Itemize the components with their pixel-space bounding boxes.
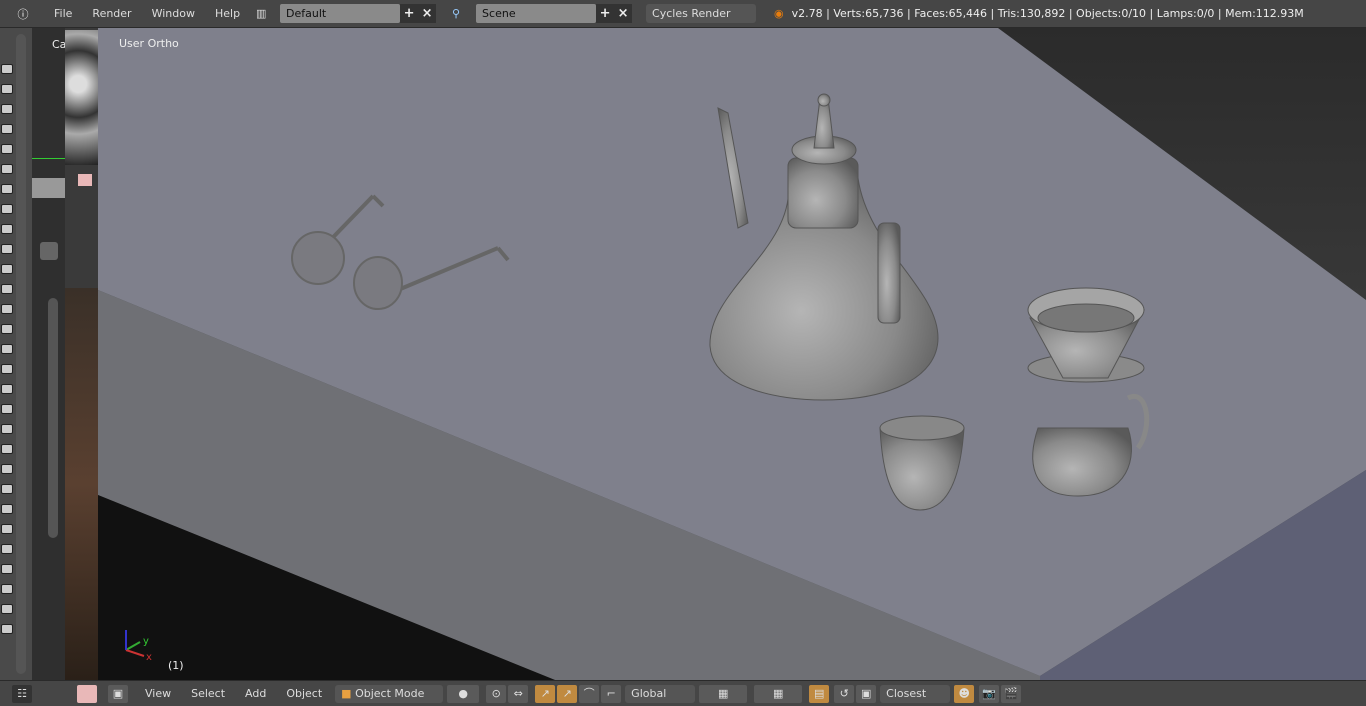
delete-screen-button[interactable]: × <box>418 4 437 23</box>
scene-render: y x <box>98 28 1366 680</box>
menu-select[interactable]: Select <box>181 687 235 700</box>
camera-icon[interactable] <box>1 584 13 594</box>
3d-viewport[interactable]: y x User Ortho (1) <box>98 28 1366 680</box>
info-editor-icon[interactable]: ⓘ <box>12 6 34 22</box>
object-mode-icon: ■ <box>341 686 356 700</box>
camera-icon[interactable] <box>1 64 13 74</box>
3d-view-editor-icon[interactable]: ▣ <box>108 684 128 703</box>
camera-icon[interactable] <box>1 624 13 634</box>
image-editor-icon[interactable] <box>77 684 97 703</box>
editor-type-icon[interactable]: ☷ <box>12 684 32 703</box>
camera-icon[interactable] <box>1 564 13 574</box>
translate-manipulator-icon[interactable]: ↗ <box>535 684 556 703</box>
camera-icon[interactable] <box>1 184 13 194</box>
add-scene-button[interactable]: + <box>596 4 615 23</box>
add-screen-button[interactable]: + <box>400 4 419 23</box>
camera-icon[interactable] <box>1 504 13 514</box>
camera-icon[interactable] <box>1 104 13 114</box>
scene-field[interactable]: Scene <box>476 4 597 23</box>
info-header: ⓘ File Render Window Help ▥ Default + × … <box>0 0 1366 28</box>
screen-layout-field[interactable]: Default <box>280 4 401 23</box>
camera-icon[interactable] <box>1 144 13 154</box>
camera-icon[interactable] <box>1 524 13 534</box>
camera-icon[interactable] <box>1 364 13 374</box>
camera-icon[interactable] <box>1 124 13 134</box>
blender-logo-icon: ◉ <box>774 7 784 20</box>
scale-mode-icon[interactable]: ⌐ <box>601 684 622 703</box>
shading-icon[interactable]: ● <box>447 684 480 703</box>
camera-icon[interactable] <box>1 384 13 394</box>
camera-icon[interactable] <box>1 464 13 474</box>
layers-grid[interactable]: ▦ <box>699 684 748 703</box>
current-frame: (1) <box>168 659 184 672</box>
scene-icon[interactable]: ⚲ <box>452 7 472 20</box>
pivot-point-icon[interactable]: ⊙ <box>486 684 507 703</box>
camera-icon[interactable] <box>1 544 13 554</box>
camera-icon[interactable] <box>1 424 13 434</box>
3d-view-header: ☷ ▣ View Select Add Object ■ Object Mode… <box>0 680 1366 706</box>
snap-target-dropdown[interactable]: Closest <box>880 684 951 703</box>
proportional-edit-icon[interactable]: ↺ <box>834 684 855 703</box>
camera-icon[interactable] <box>1 204 13 214</box>
delete-scene-button[interactable]: × <box>614 4 633 23</box>
image-editor-icon[interactable] <box>78 174 92 186</box>
menu-render[interactable]: Render <box>82 7 141 20</box>
camera-icon[interactable] <box>1 404 13 414</box>
axis-label-x: x <box>146 652 152 663</box>
menu-help[interactable]: Help <box>205 7 250 20</box>
layers-grid[interactable]: ▦ <box>754 684 803 703</box>
scrollbar[interactable] <box>48 298 58 538</box>
camera-icon[interactable] <box>1 224 13 234</box>
scene-stats: v2.78 | Verts:65,736 | Faces:65,446 | Tr… <box>791 7 1304 20</box>
axis-label-y: y <box>143 636 149 647</box>
camera-icon[interactable] <box>1 444 13 454</box>
camera-icon[interactable] <box>1 244 13 254</box>
scrollbar[interactable] <box>16 34 26 674</box>
camera-icon[interactable] <box>1 304 13 314</box>
camera-icon[interactable] <box>1 84 13 94</box>
menu-file[interactable]: File <box>44 7 82 20</box>
lock-layers-icon[interactable]: ▤ <box>809 684 830 703</box>
opengl-render-icon[interactable]: ☻ <box>954 684 975 703</box>
mode-label: Object Mode <box>355 686 425 700</box>
menu-object[interactable]: Object <box>276 687 332 700</box>
image-thumbnail <box>65 30 98 165</box>
camera-icon[interactable] <box>1 604 13 614</box>
camera-icon[interactable] <box>1 284 13 294</box>
screen-layout-icon[interactable]: ▥ <box>256 7 276 20</box>
image-thumbnail <box>65 288 98 680</box>
camera-icon[interactable] <box>1 344 13 354</box>
camera-icon[interactable] <box>1 324 13 334</box>
render-image-icon[interactable]: 📷 <box>979 684 1000 703</box>
translate-mode-icon[interactable]: ↗ <box>557 684 578 703</box>
snap-element-icon[interactable]: ▣ <box>856 684 877 703</box>
image-preview-strip <box>65 28 98 680</box>
menu-add[interactable]: Add <box>235 687 276 700</box>
view-label: User Ortho <box>119 37 179 50</box>
outliner-strip <box>0 28 32 680</box>
manipulator-toggle-icon[interactable]: ⇔ <box>508 684 529 703</box>
rotate-mode-icon[interactable]: ⌒ <box>579 684 600 703</box>
camera-icon[interactable] <box>1 484 13 494</box>
menu-window[interactable]: Window <box>142 7 205 20</box>
node-preview-strip: Ca <box>32 28 66 680</box>
view-cube-button[interactable] <box>40 242 58 260</box>
transform-orientation-dropdown[interactable]: Global <box>625 684 696 703</box>
camera-icon[interactable] <box>1 164 13 174</box>
mode-dropdown[interactable]: ■ Object Mode <box>335 684 444 703</box>
camera-icon[interactable] <box>1 264 13 274</box>
render-animation-icon[interactable]: 🎬 <box>1001 684 1022 703</box>
menu-view[interactable]: View <box>135 687 181 700</box>
render-engine-dropdown[interactable]: Cycles Render <box>646 4 757 23</box>
